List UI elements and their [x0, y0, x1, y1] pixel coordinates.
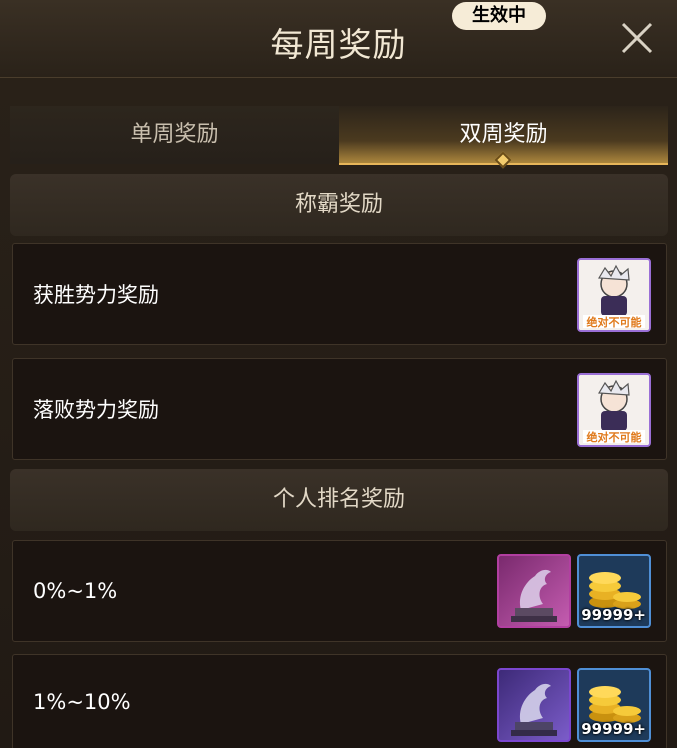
character-portrait-icon: 绝对不可能 — [579, 375, 649, 445]
reward-quantity: 99999+ — [581, 606, 646, 624]
reward-item[interactable] — [497, 554, 571, 628]
character-portrait-icon: 绝对不可能 — [579, 260, 649, 330]
panel-header: 每周奖励 — [0, 0, 677, 78]
reward-tabs: 单周奖励 双周奖励 — [10, 84, 668, 165]
reward-row-label: 0%~1% — [33, 579, 118, 603]
reward-row-winning-faction: 获胜势力奖励 绝对不可能 — [12, 243, 667, 345]
section-header-personal-rank: 个人排名奖励 — [10, 469, 668, 531]
close-button[interactable] — [619, 20, 655, 56]
dragon-statue-icon — [511, 569, 557, 622]
tab-single-week[interactable]: 单周奖励 — [10, 106, 339, 164]
reward-row-rank: 0%~1% 99999+ — [12, 540, 667, 642]
weekly-rewards-panel: 每周奖励 单周奖励 双周奖励 生效中 称霸奖励 获胜势力奖励 绝对不可能 落败势… — [0, 0, 677, 748]
section-header-dominance: 称霸奖励 — [10, 174, 668, 236]
panel-title: 每周奖励 — [270, 25, 407, 64]
reward-item[interactable]: 绝对不可能 — [577, 373, 651, 447]
active-status-badge: 生效中 — [452, 2, 546, 30]
reward-item[interactable]: 绝对不可能 — [577, 258, 651, 332]
reward-row-losing-faction: 落败势力奖励 绝对不可能 — [12, 358, 667, 460]
close-icon — [621, 22, 653, 54]
reward-row-label: 1%~10% — [33, 690, 131, 714]
reward-item-caption: 绝对不可能 — [587, 315, 642, 329]
reward-item[interactable] — [497, 668, 571, 742]
dragon-statue-icon — [511, 683, 557, 736]
reward-item-caption: 绝对不可能 — [587, 430, 642, 444]
reward-row-label: 获胜势力奖励 — [33, 283, 159, 307]
reward-item[interactable]: 99999+ — [577, 554, 651, 628]
reward-item[interactable]: 99999+ — [577, 668, 651, 742]
reward-row-rank: 1%~10% 99999+ — [12, 654, 667, 748]
reward-quantity: 99999+ — [581, 720, 646, 738]
reward-row-label: 落败势力奖励 — [33, 398, 159, 422]
